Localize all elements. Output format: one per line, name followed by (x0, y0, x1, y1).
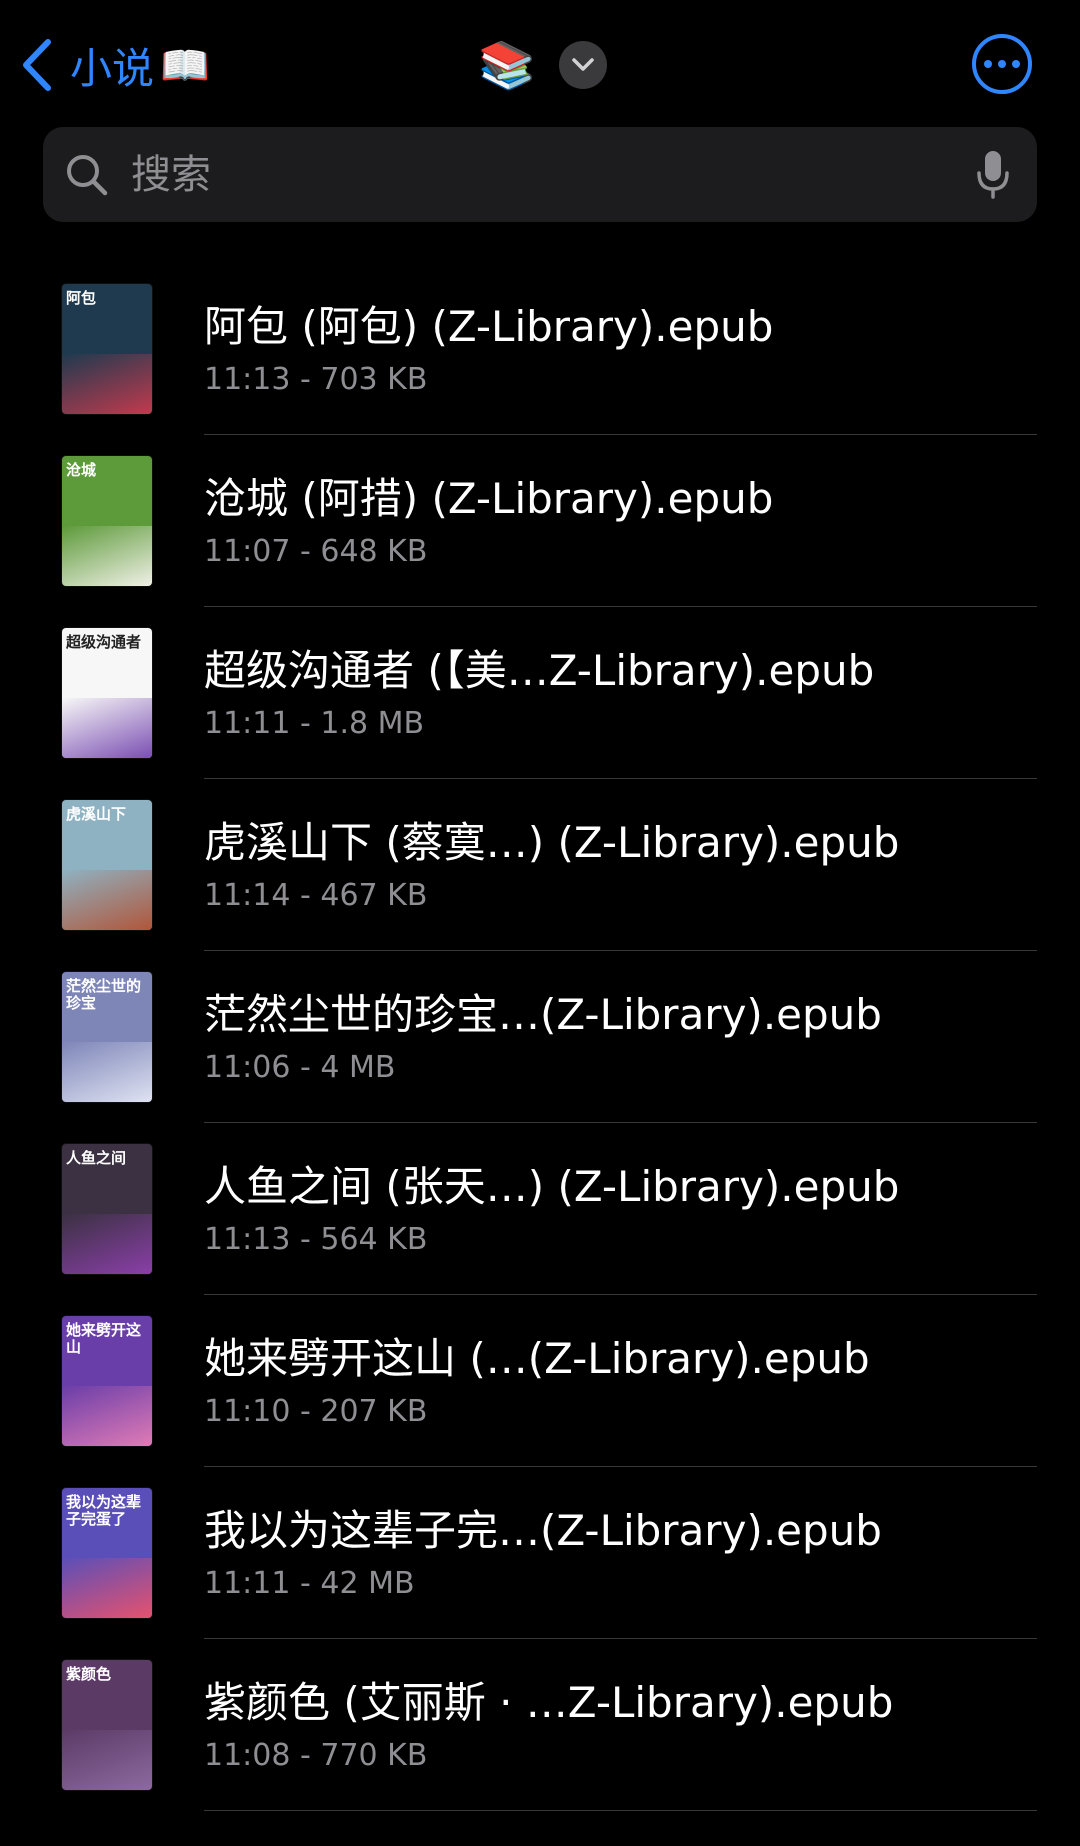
cover-title: 我以为这辈子完蛋了 (66, 1493, 142, 1528)
file-list: 阿包 阿包 (阿包) (Z-Library).epub 11:13 - 703 … (0, 263, 1080, 1811)
microphone-icon[interactable] (975, 149, 1011, 201)
book-cover-thumbnail: 虎溪山下 (62, 800, 152, 930)
navigation-bar: 小说 📖 📚 (0, 0, 1080, 125)
cover-artwork (62, 1730, 152, 1790)
cover-artwork (62, 870, 152, 930)
cover-title: 超级沟通者 (66, 633, 142, 651)
cover-artwork (62, 354, 152, 414)
book-cover-thumbnail: 紫颜色 (62, 1660, 152, 1790)
search-icon (67, 154, 108, 195)
cover-artwork (62, 526, 152, 586)
cover-title: 紫颜色 (66, 1665, 112, 1683)
chevron-left-icon (23, 39, 51, 91)
cover-artwork (62, 1558, 152, 1618)
back-button[interactable]: 小说 📖 (20, 34, 210, 96)
file-row[interactable]: 阿包 阿包 (阿包) (Z-Library).epub 11:13 - 703 … (0, 263, 1080, 435)
file-name: 沧城 (阿措) (Z-Library).epub (204, 474, 774, 523)
cover-artwork (62, 1386, 152, 1446)
file-metadata: 11:11 - 1.8 MB (204, 706, 425, 741)
file-name: 阿包 (阿包) (Z-Library).epub (204, 302, 774, 351)
cover-title: 虎溪山下 (66, 805, 127, 823)
cover-title: 茫然尘世的珍宝 (66, 977, 142, 1012)
file-metadata: 11:08 - 770 KB (204, 1738, 428, 1773)
folder-options-button[interactable] (559, 41, 608, 89)
file-metadata: 11:11 - 42 MB (204, 1566, 415, 1601)
book-cover-thumbnail: 人鱼之间 (62, 1144, 152, 1274)
file-row[interactable]: 超级沟通者 超级沟通者 (【美…Z-Library).epub 11:11 - … (0, 607, 1080, 779)
search-input[interactable] (129, 143, 975, 206)
file-row[interactable]: 紫颜色 紫颜色 (艾丽斯 · …Z-Library).epub 11:08 - … (0, 1639, 1080, 1811)
file-name: 我以为这辈子完…(Z-Library).epub (204, 1506, 882, 1555)
file-row[interactable]: 人鱼之间 人鱼之间 (张天…) (Z-Library).epub 11:13 -… (0, 1123, 1080, 1295)
file-name: 虎溪山下 (蔡寞…) (Z-Library).epub (204, 818, 900, 867)
file-metadata: 11:07 - 648 KB (204, 534, 428, 569)
books-icon: 📚 (478, 38, 536, 92)
folder-title-group: 📚 (478, 34, 608, 96)
chevron-down-icon (572, 58, 595, 71)
cover-artwork (62, 1042, 152, 1102)
file-name: 人鱼之间 (张天…) (Z-Library).epub (204, 1162, 900, 1211)
file-row[interactable]: 她来劈开这山 她来劈开这山 (…(Z-Library).epub 11:10 -… (0, 1295, 1080, 1467)
more-icon-dot (1012, 60, 1020, 68)
search-bar[interactable] (43, 127, 1037, 222)
file-metadata: 11:13 - 703 KB (204, 362, 428, 397)
book-cover-thumbnail: 超级沟通者 (62, 628, 152, 758)
back-label: 小说 📖 (70, 35, 210, 96)
file-name: 她来劈开这山 (…(Z-Library).epub (204, 1334, 870, 1383)
file-name: 超级沟通者 (【美…Z-Library).epub (204, 646, 875, 695)
book-cover-thumbnail: 我以为这辈子完蛋了 (62, 1488, 152, 1618)
file-name: 紫颜色 (艾丽斯 · …Z-Library).epub (204, 1678, 894, 1727)
file-metadata: 11:13 - 564 KB (204, 1222, 428, 1257)
file-metadata: 11:06 - 4 MB (204, 1050, 396, 1085)
cover-title: 人鱼之间 (66, 1149, 127, 1167)
file-row[interactable]: 沧城 沧城 (阿措) (Z-Library).epub 11:07 - 648 … (0, 435, 1080, 607)
file-row[interactable]: 我以为这辈子完蛋了 我以为这辈子完…(Z-Library).epub 11:11… (0, 1467, 1080, 1639)
open-book-icon: 📖 (160, 42, 210, 89)
more-options-button[interactable] (972, 34, 1032, 94)
file-metadata: 11:10 - 207 KB (204, 1394, 428, 1429)
cover-title: 阿包 (66, 289, 97, 307)
cover-title: 沧城 (66, 461, 97, 479)
file-row[interactable]: 茫然尘世的珍宝 茫然尘世的珍宝…(Z-Library).epub 11:06 -… (0, 951, 1080, 1123)
file-metadata: 11:14 - 467 KB (204, 878, 428, 913)
more-icon-dot (998, 60, 1006, 68)
file-row[interactable]: 虎溪山下 虎溪山下 (蔡寞…) (Z-Library).epub 11:14 -… (0, 779, 1080, 951)
book-cover-thumbnail: 她来劈开这山 (62, 1316, 152, 1446)
book-cover-thumbnail: 沧城 (62, 456, 152, 586)
cover-artwork (62, 1214, 152, 1274)
book-cover-thumbnail: 茫然尘世的珍宝 (62, 972, 152, 1102)
cover-artwork (62, 698, 152, 758)
more-icon-dot (984, 60, 992, 68)
row-separator (204, 1810, 1037, 1811)
file-name: 茫然尘世的珍宝…(Z-Library).epub (204, 990, 882, 1039)
back-label-text: 小说 (70, 43, 155, 93)
cover-title: 她来劈开这山 (66, 1321, 142, 1356)
book-cover-thumbnail: 阿包 (62, 284, 152, 414)
